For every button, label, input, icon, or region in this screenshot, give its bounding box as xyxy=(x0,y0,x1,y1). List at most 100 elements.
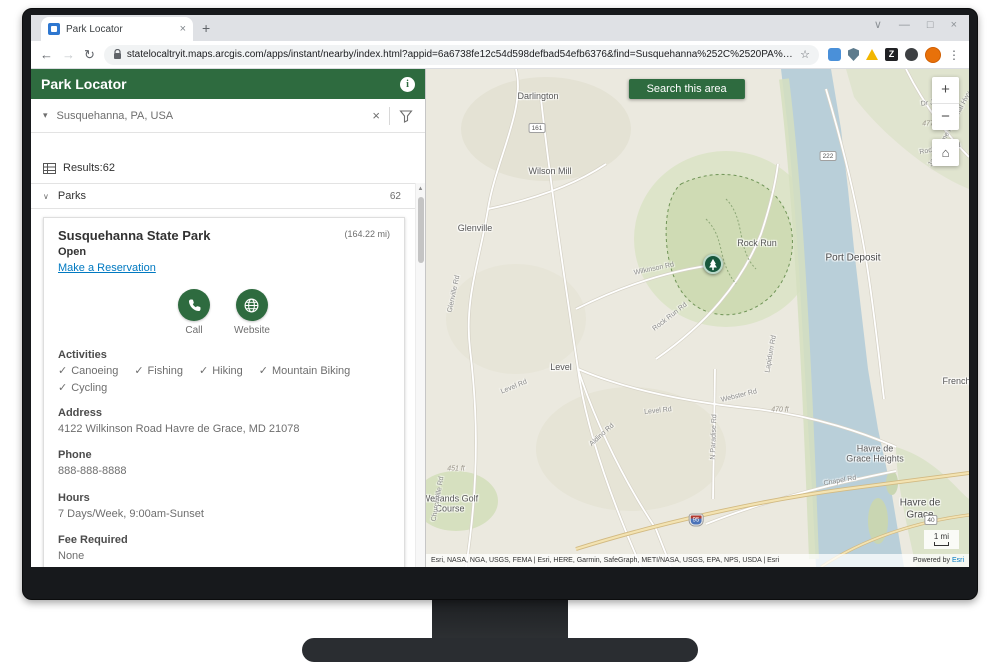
activity-label: Hiking xyxy=(212,364,243,377)
website-action[interactable]: Website xyxy=(234,289,270,336)
search-input[interactable] xyxy=(56,109,364,122)
map-attribution: Esri, NASA, NGA, USGS, FEMA | Esri, HERE… xyxy=(426,554,969,567)
route-shield: 40 xyxy=(924,515,938,525)
app-title: Park Locator xyxy=(41,76,127,92)
scrollbar-thumb[interactable] xyxy=(418,197,424,263)
check-icon: ✓ xyxy=(258,365,269,377)
extension-icon[interactable] xyxy=(828,48,841,61)
browser-navbar: ← → ↻ statelocaltryit.maps.arcgis.com/ap… xyxy=(31,41,969,69)
profile-avatar[interactable] xyxy=(925,46,941,63)
bookmark-star-icon[interactable]: ☆ xyxy=(800,48,810,61)
check-icon: ✓ xyxy=(58,382,68,394)
place-label: Wilson Mill xyxy=(528,166,572,176)
activity-label: Canoeing xyxy=(71,364,119,377)
hours-heading: Hours xyxy=(58,491,90,504)
phone-heading: Phone xyxy=(58,449,92,462)
zoom-out-button[interactable]: − xyxy=(932,104,959,130)
activity-item: ✓ Canoeing xyxy=(58,364,119,378)
park-map-marker[interactable] xyxy=(703,254,723,274)
activities-section: Activities ✓ Canoeing ✓ Fishing ✓ Hiking ✓ M… xyxy=(58,349,390,394)
search-bar: ▾ × xyxy=(31,99,425,133)
place-label: Havre de Grace Heights xyxy=(846,443,904,464)
powered-by-text: Powered by xyxy=(913,557,952,564)
globe-icon[interactable] xyxy=(235,289,268,321)
place-label: Level xyxy=(550,362,572,372)
activity-item: ✓ Hiking xyxy=(199,364,243,378)
panel-scrollbar[interactable]: ▲ xyxy=(415,183,425,567)
zoom-control: + − xyxy=(932,77,959,130)
shield-extension-icon[interactable] xyxy=(848,48,859,61)
window-controls: ∨ — □ × xyxy=(874,20,957,31)
home-extent-button[interactable]: ⌂ xyxy=(932,139,959,166)
phone-section: Phone 888-888-8888 xyxy=(58,449,390,478)
new-tab-button[interactable]: + xyxy=(202,20,210,36)
info-icon[interactable]: i xyxy=(400,76,415,92)
parks-group-header[interactable]: ∨ Parks 62 xyxy=(31,183,425,209)
map-canvas[interactable]: Darlington Wilson Mill Glenville Rock Ru… xyxy=(426,69,969,567)
monitor-frame: Park Locator × + ∨ — □ × ← → ↻ stateloca… xyxy=(22,8,978,600)
browser-window: Park Locator × + ∨ — □ × ← → ↻ stateloca… xyxy=(31,15,969,567)
activity-item: ✓ Cycling xyxy=(58,381,108,395)
fee-value: None xyxy=(58,549,85,562)
tab-search-icon[interactable]: ∨ xyxy=(874,20,882,31)
map-artwork xyxy=(426,69,969,567)
activity-label: Mountain Biking xyxy=(272,364,351,377)
tab-close-icon[interactable]: × xyxy=(180,23,186,35)
card-head: Susquehanna State Park (164.22 mi) xyxy=(58,228,390,243)
phone-icon[interactable] xyxy=(178,289,211,321)
route-shield: 161 xyxy=(528,123,546,133)
url-text: statelocaltryit.maps.arcgis.com/apps/ins… xyxy=(126,49,796,60)
address-heading: Address xyxy=(58,407,103,419)
place-label: Frenchtown xyxy=(942,376,969,386)
browser-menu-icon[interactable]: ⋮ xyxy=(948,48,960,62)
park-status: Open xyxy=(58,246,87,258)
browser-tabstrip: Park Locator × + ∨ — □ × xyxy=(31,15,969,41)
activity-label: Fishing xyxy=(147,364,183,377)
filter-icon[interactable] xyxy=(399,109,413,123)
phone-value: 888-888-8888 xyxy=(58,465,127,478)
elevation-label: 451 ft xyxy=(447,465,465,473)
address-bar[interactable]: statelocaltryit.maps.arcgis.com/apps/ins… xyxy=(103,44,819,65)
tab-favicon-icon xyxy=(48,23,60,35)
app-header: Park Locator i xyxy=(31,69,425,99)
minimize-icon[interactable]: — xyxy=(899,20,910,31)
paw-extension-icon[interactable] xyxy=(905,48,918,61)
fee-section: Fee Required None xyxy=(58,534,390,563)
park-name: Susquehanna State Park xyxy=(58,228,211,243)
check-icon: ✓ xyxy=(199,365,209,377)
results-table-icon xyxy=(43,162,56,174)
reservation-link[interactable]: Make a Reservation xyxy=(58,262,156,274)
card-actions: Call Website xyxy=(58,289,390,336)
monitor-stand-neck xyxy=(432,596,568,642)
activity-label: Cycling xyxy=(71,381,108,394)
refresh-icon[interactable]: ↻ xyxy=(84,48,95,61)
address-value: 4122 Wilkinson Road Havre de Grace, MD 2… xyxy=(58,423,300,435)
call-action[interactable]: Call xyxy=(178,289,211,336)
zoom-in-button[interactable]: + xyxy=(932,77,959,103)
tab-title: Park Locator xyxy=(66,23,123,35)
hours-section: Hours 7 Days/Week, 9:00am-Sunset xyxy=(58,492,390,521)
route-shield: 222 xyxy=(819,151,837,161)
search-this-area-button[interactable]: Search this area xyxy=(628,79,745,99)
parks-group-label: Parks xyxy=(57,190,86,202)
place-label: Port Deposit xyxy=(825,252,881,264)
activity-item: ✓ Mountain Biking xyxy=(258,364,351,378)
chevron-down-icon: ∨ xyxy=(43,191,49,201)
park-result-card[interactable]: Susquehanna State Park (164.22 mi) Open … xyxy=(43,217,405,567)
z-extension-icon[interactable]: Z xyxy=(885,48,898,61)
maximize-icon[interactable]: □ xyxy=(927,20,934,31)
warning-extension-icon[interactable] xyxy=(866,49,878,60)
search-clear-icon[interactable]: × xyxy=(372,108,380,123)
powered-by: Powered by Esri xyxy=(913,554,964,567)
scroll-up-icon[interactable]: ▲ xyxy=(416,186,425,192)
results-count-label: Results:62 xyxy=(63,162,115,174)
place-label: Darlington xyxy=(517,91,559,101)
close-icon[interactable]: × xyxy=(951,20,957,31)
esri-link[interactable]: Esri xyxy=(952,557,964,564)
search-dropdown-caret-icon[interactable]: ▾ xyxy=(43,110,48,121)
back-icon[interactable]: ← xyxy=(40,48,53,61)
activities-heading: Activities xyxy=(58,349,107,361)
browser-tab[interactable]: Park Locator × xyxy=(41,17,193,41)
place-label: Havre de Grace xyxy=(899,497,941,521)
attribution-text: Esri, NASA, NGA, USGS, FEMA | Esri, HERE… xyxy=(431,557,780,564)
